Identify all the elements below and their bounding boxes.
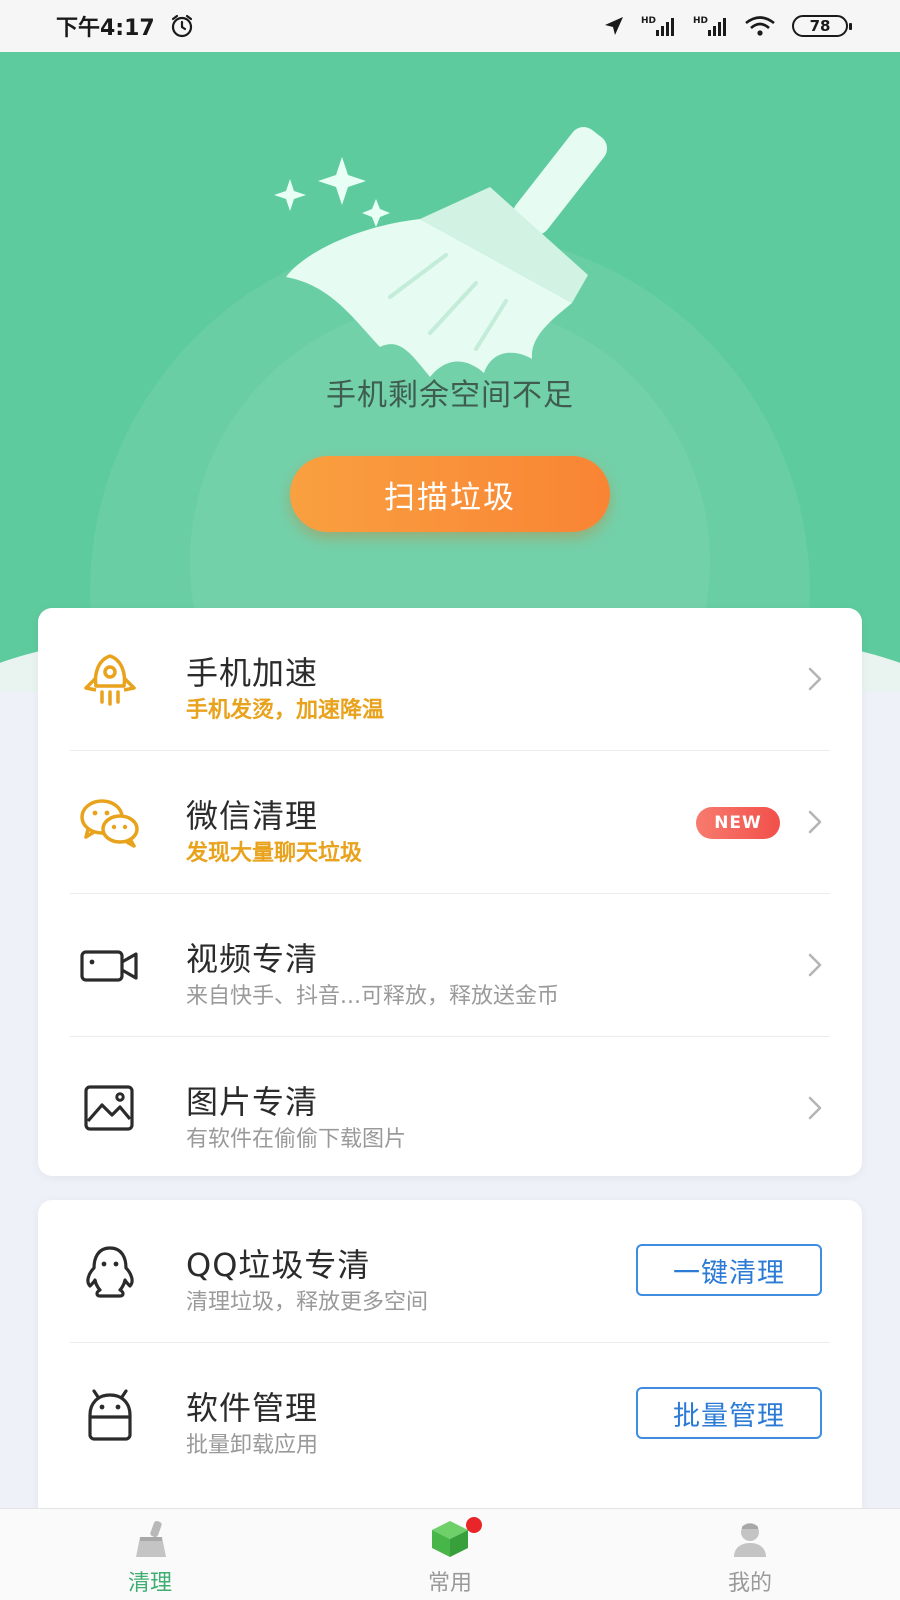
broom-icon xyxy=(270,87,630,377)
row-title: 手机加速 xyxy=(186,654,319,692)
hero-section: 手机剩余空间不足 扫描垃圾 xyxy=(0,52,900,692)
svg-text:HD: HD xyxy=(641,16,656,26)
bottom-nav: 清理 常用 我的 xyxy=(0,1508,900,1600)
image-icon xyxy=(84,1085,134,1131)
notification-dot xyxy=(466,1517,482,1533)
battery-icon: 78 xyxy=(792,15,852,37)
android-icon xyxy=(88,1389,132,1441)
chevron-right-icon xyxy=(808,667,822,691)
broom-icon xyxy=(136,1520,166,1557)
rocket-icon xyxy=(84,654,136,706)
feature-card: 手机加速 手机发烫，加速降温 微信清理 发现大量聊天垃圾 NEW 视频专清 来自… xyxy=(38,608,862,1176)
row-title: 图片专清 xyxy=(186,1083,319,1121)
batch-manage-button[interactable]: 批量管理 xyxy=(636,1387,822,1439)
row-title: 视频专清 xyxy=(186,940,319,978)
chevron-right-icon xyxy=(808,953,822,977)
row-title: QQ垃圾专清 xyxy=(186,1246,371,1284)
row-subtitle: 来自快手、抖音...可释放，释放送金币 xyxy=(186,984,559,1009)
list-item-phone-boost[interactable]: 手机加速 手机发烫，加速降温 xyxy=(38,608,862,751)
chevron-right-icon xyxy=(808,810,822,834)
new-badge: NEW xyxy=(696,807,780,839)
row-title: 微信清理 xyxy=(186,797,319,835)
nav-label: 我的 xyxy=(727,1571,772,1596)
storage-warning-text: 手机剩余空间不足 xyxy=(326,378,574,413)
list-item-qq-clean: QQ垃圾专清 清理垃圾，释放更多空间 一键清理 xyxy=(38,1200,862,1343)
nav-tab-clean[interactable]: 清理 xyxy=(0,1509,300,1600)
row-subtitle: 清理垃圾，释放更多空间 xyxy=(186,1290,429,1315)
list-item-video-clean[interactable]: 视频专清 来自快手、抖音...可释放，释放送金币 xyxy=(38,894,862,1037)
chevron-right-icon xyxy=(808,1096,822,1120)
cube-icon xyxy=(428,1517,482,1559)
tools-card: QQ垃圾专清 清理垃圾，释放更多空间 一键清理 软件管理 批量卸载应用 批量管理 xyxy=(38,1200,862,1520)
video-camera-icon xyxy=(80,950,138,982)
qq-penguin-icon xyxy=(86,1246,134,1298)
svg-text:HD: HD xyxy=(693,16,708,26)
nav-tab-profile[interactable]: 我的 xyxy=(600,1509,900,1600)
list-item-image-clean[interactable]: 图片专清 有软件在偷偷下载图片 xyxy=(38,1037,862,1180)
row-subtitle: 手机发烫，加速降温 xyxy=(186,698,385,723)
wechat-icon xyxy=(80,799,139,848)
row-subtitle: 批量卸载应用 xyxy=(186,1433,319,1458)
location-icon xyxy=(605,17,623,35)
row-subtitle: 发现大量聊天垃圾 xyxy=(186,841,363,866)
scan-junk-button[interactable]: 扫描垃圾 xyxy=(290,456,610,532)
hd-signal-icon: HD xyxy=(641,16,674,36)
wifi-icon xyxy=(745,16,775,36)
status-time: 下午4:17 xyxy=(56,16,155,41)
nav-label: 常用 xyxy=(427,1571,472,1596)
list-item-app-manager: 软件管理 批量卸载应用 批量管理 xyxy=(38,1343,862,1486)
list-item-wechat-clean[interactable]: 微信清理 发现大量聊天垃圾 NEW xyxy=(38,751,862,894)
row-title: 软件管理 xyxy=(186,1389,319,1427)
row-subtitle: 有软件在偷偷下载图片 xyxy=(186,1127,407,1152)
nav-tab-common[interactable]: 常用 xyxy=(300,1509,600,1600)
user-icon xyxy=(734,1523,766,1557)
hd-signal-icon: HD xyxy=(693,16,726,36)
status-bar: 下午4:17 HD HD 78 xyxy=(0,0,900,52)
one-click-clean-button[interactable]: 一键清理 xyxy=(636,1244,822,1296)
alarm-icon xyxy=(171,14,192,38)
nav-label: 清理 xyxy=(127,1571,172,1596)
